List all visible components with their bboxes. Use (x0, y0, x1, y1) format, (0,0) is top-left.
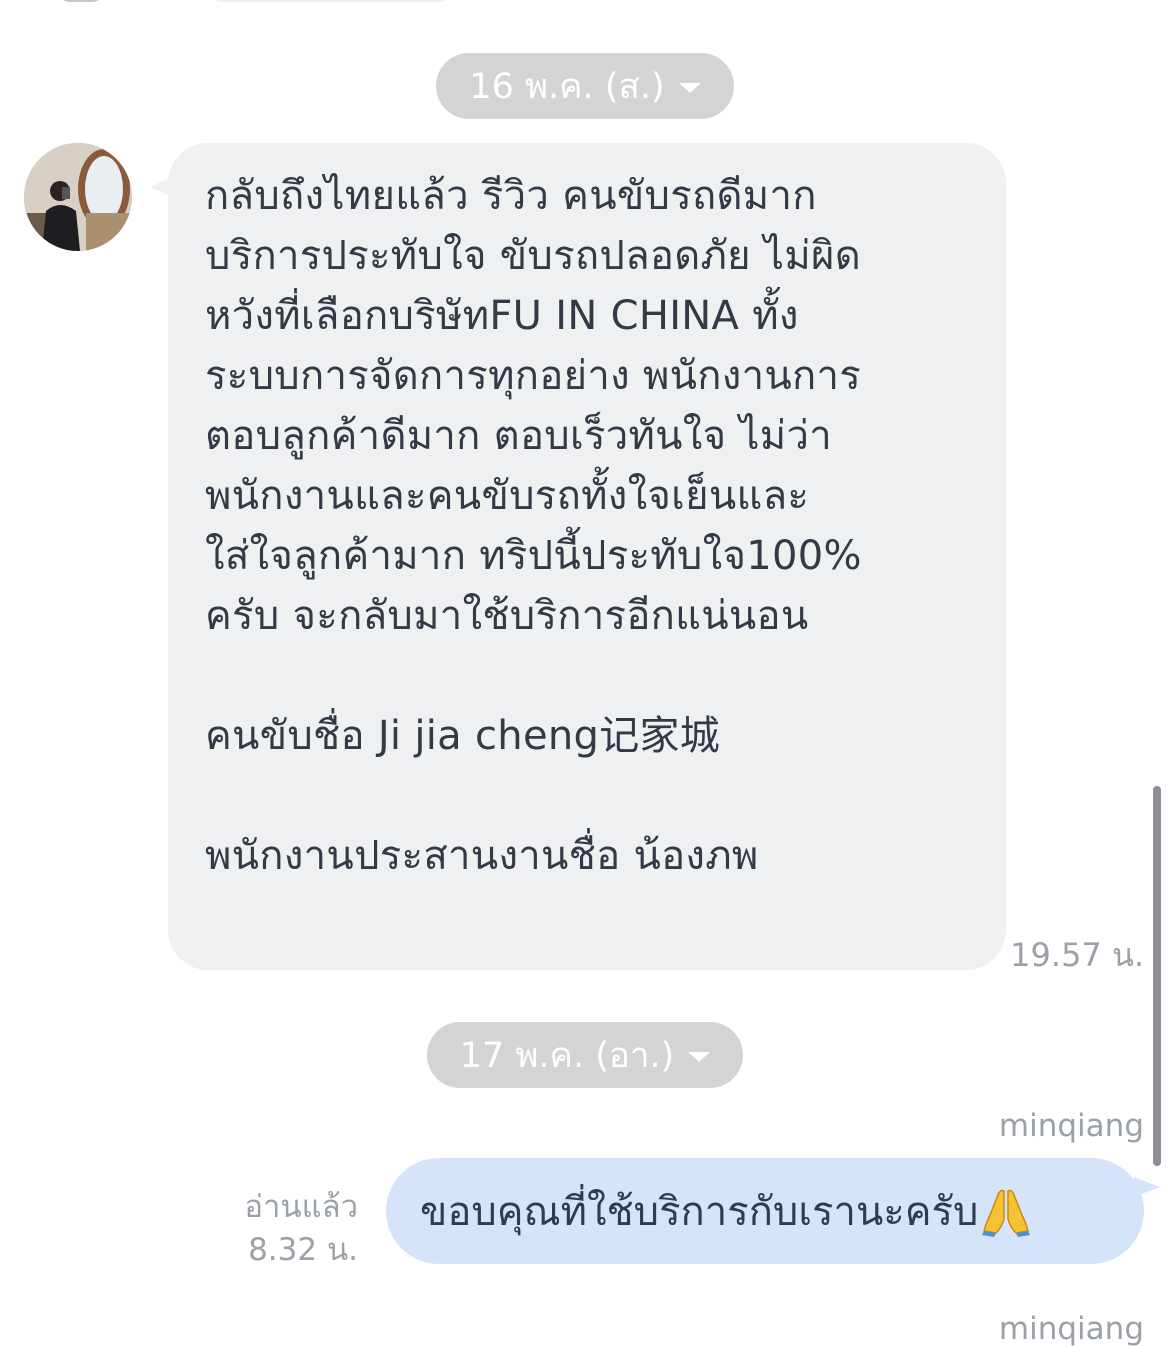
incoming-message-text: กลับถึงไทยแล้ว รีวิว คนขับรถดีมาก บริการ… (205, 173, 862, 879)
date-label: 16 พ.ค. (ส.) (469, 66, 665, 107)
sender-name: minqiang (998, 1108, 1144, 1144)
sender-name: minqiang (998, 1311, 1144, 1347)
chevron-down-icon (678, 83, 701, 93)
previous-bubble-partial (208, 0, 452, 2)
chevron-down-icon (688, 1052, 711, 1062)
message-time: 19.57 น. (1010, 936, 1144, 974)
scrollbar[interactable] (1153, 786, 1161, 1166)
date-separator[interactable]: 16 พ.ค. (ส.) (436, 53, 734, 119)
previous-avatar-partial (58, 0, 104, 2)
avatar[interactable] (24, 143, 132, 251)
outgoing-message-text: ขอบคุณที่ใช้บริการกับเรานะครับ (420, 1189, 979, 1235)
read-label: อ่านแล้ว (244, 1189, 358, 1225)
read-status: อ่านแล้ว 8.32 น. (244, 1186, 358, 1272)
date-label: 17 พ.ค. (อา.) (459, 1035, 675, 1076)
outgoing-message-bubble[interactable]: ขอบคุณที่ใช้บริการกับเรานะครับ (386, 1158, 1144, 1264)
folded-hands-icon (980, 1185, 1032, 1237)
date-separator[interactable]: 17 พ.ค. (อา.) (427, 1022, 743, 1088)
message-time: 8.32 น. (248, 1232, 358, 1268)
